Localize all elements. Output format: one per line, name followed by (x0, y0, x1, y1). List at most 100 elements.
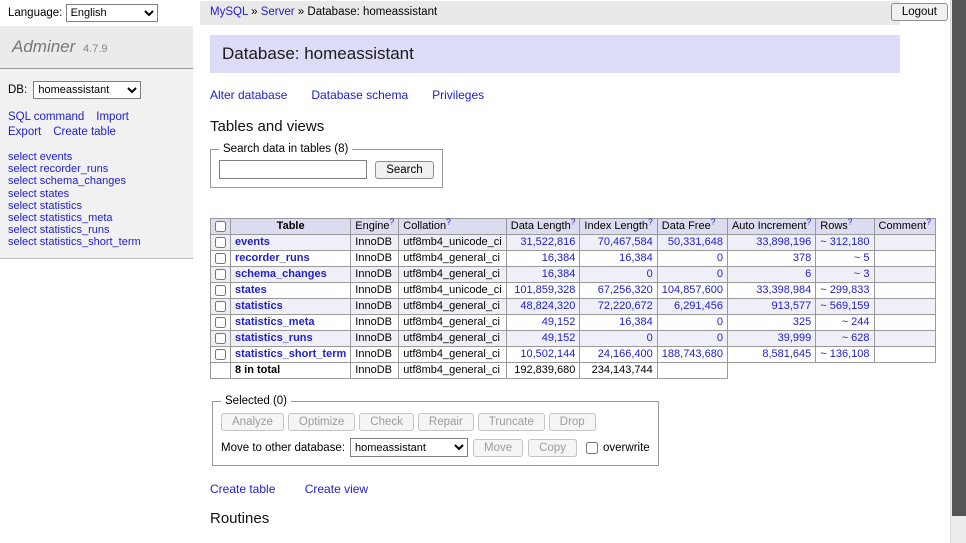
table-link-statistics-short-term[interactable]: statistics_short_term (235, 348, 346, 360)
check-button[interactable]: Check (359, 413, 414, 431)
sidebar-select-schema-changes[interactable]: select schema_changes (8, 175, 193, 187)
scrollbar-thumb[interactable] (952, 0, 966, 516)
optimize-button[interactable]: Optimize (288, 413, 355, 431)
cell-rows-link[interactable]: ~ 3 (854, 268, 870, 280)
search-button[interactable]: Search (375, 161, 433, 179)
cell-data-length-link[interactable]: 16,384 (542, 252, 576, 264)
row-checkbox[interactable] (215, 269, 226, 280)
privileges-link[interactable]: Privileges (432, 88, 484, 102)
cell-auto-increment-link[interactable]: 33,898,196 (756, 236, 811, 248)
cell-auto-increment-link[interactable]: 39,999 (778, 332, 812, 344)
breadcrumb-link-mysql[interactable]: MySQL (210, 6, 248, 18)
cell-auto-increment-link[interactable]: 8,581,645 (762, 348, 811, 360)
truncate-button[interactable]: Truncate (478, 413, 545, 431)
move-button[interactable]: Move (473, 439, 523, 457)
sidebar-select-events[interactable]: select events (8, 151, 193, 163)
help-icon[interactable]: ? (848, 216, 853, 226)
cell-index-length-link[interactable]: 67,256,320 (598, 284, 653, 296)
cell-rows-link[interactable]: ~ 5 (854, 252, 870, 264)
cell-data-free-link[interactable]: 0 (717, 252, 723, 264)
select-all-checkbox[interactable] (215, 221, 226, 232)
sidebar-select-recorder-runs[interactable]: select recorder_runs (8, 163, 193, 175)
cell-index-length-link[interactable]: 72,220,672 (598, 300, 653, 312)
sidebar-select-statistics-meta[interactable]: select statistics_meta (8, 212, 193, 224)
cell-rows-link[interactable]: ~ 299,833 (820, 284, 869, 296)
table-link-events[interactable]: events (235, 236, 270, 248)
help-icon[interactable]: ? (807, 216, 812, 226)
db-select[interactable]: homeassistant (33, 81, 141, 99)
cell-data-length-link[interactable]: 16,384 (542, 268, 576, 280)
row-checkbox[interactable] (215, 253, 226, 264)
sidebar-select-states[interactable]: select states (8, 188, 193, 200)
cell-rows-link[interactable]: ~ 312,180 (820, 236, 869, 248)
help-icon[interactable]: ? (571, 216, 576, 226)
row-checkbox[interactable] (215, 333, 226, 344)
help-icon[interactable]: ? (648, 216, 653, 226)
repair-button[interactable]: Repair (418, 413, 474, 431)
cell-rows-link[interactable]: ~ 136,108 (820, 348, 869, 360)
sidebar-select-statistics[interactable]: select statistics (8, 200, 193, 212)
cell-index-length-link[interactable]: 16,384 (619, 252, 653, 264)
cell-data-length-link[interactable]: 48,824,320 (520, 300, 575, 312)
cell-data-length-link[interactable]: 10,502,144 (520, 348, 575, 360)
adminer-logo-link[interactable]: Adminer (12, 37, 75, 56)
cell-index-length-link[interactable]: 70,467,584 (598, 236, 653, 248)
cell-data-free-link[interactable]: 0 (717, 332, 723, 344)
sidebar-link-import[interactable]: Import (96, 111, 129, 123)
logout-button[interactable]: Logout (891, 3, 948, 21)
language-select[interactable]: English (66, 4, 158, 22)
cell-data-free-link[interactable]: 0 (717, 316, 723, 328)
cell-data-length-link[interactable]: 101,859,328 (514, 284, 575, 296)
cell-index-length-link[interactable]: 16,384 (619, 316, 653, 328)
row-checkbox[interactable] (215, 349, 226, 360)
copy-button[interactable]: Copy (528, 439, 577, 457)
cell-data-free-link[interactable]: 6,291,456 (674, 300, 723, 312)
cell-index-length-link[interactable]: 0 (647, 332, 653, 344)
alter-database-link[interactable]: Alter database (210, 88, 287, 102)
table-link-recorder-runs[interactable]: recorder_runs (235, 252, 310, 264)
cell-data-length-link[interactable]: 49,152 (542, 316, 576, 328)
cell-data-free-link[interactable]: 50,331,648 (668, 236, 723, 248)
table-link-statistics-runs[interactable]: statistics_runs (235, 332, 313, 344)
row-checkbox[interactable] (215, 237, 226, 248)
row-checkbox[interactable] (215, 285, 226, 296)
move-db-select[interactable]: homeassistant (350, 438, 468, 457)
help-icon[interactable]: ? (446, 216, 451, 226)
search-input[interactable] (219, 160, 367, 179)
sidebar-link-sql-command[interactable]: SQL command (8, 111, 84, 123)
drop-button[interactable]: Drop (549, 413, 596, 431)
cell-rows-link[interactable]: ~ 569,159 (820, 300, 869, 312)
vertical-scrollbar[interactable] (950, 0, 966, 543)
cell-data-length-link[interactable]: 49,152 (542, 332, 576, 344)
create-view-link[interactable]: Create view (305, 482, 368, 496)
cell-auto-increment-link[interactable]: 325 (793, 316, 811, 328)
sidebar-select-statistics-short-term[interactable]: select statistics_short_term (8, 236, 193, 248)
table-link-schema-changes[interactable]: schema_changes (235, 268, 327, 280)
analyze-button[interactable]: Analyze (221, 413, 284, 431)
cell-data-length-link[interactable]: 31,522,816 (520, 236, 575, 248)
help-icon[interactable]: ? (711, 216, 716, 226)
breadcrumb-link-server[interactable]: Server (261, 6, 295, 18)
row-checkbox[interactable] (215, 317, 226, 328)
table-link-states[interactable]: states (235, 284, 267, 296)
table-link-statistics[interactable]: statistics (235, 300, 283, 312)
database-schema-link[interactable]: Database schema (311, 88, 408, 102)
cell-rows-link[interactable]: ~ 244 (842, 316, 870, 328)
help-icon[interactable]: ? (390, 216, 395, 226)
cell-data-free-link[interactable]: 104,857,600 (662, 284, 723, 296)
cell-data-free-link[interactable]: 188,743,680 (662, 348, 723, 360)
cell-data-free-link[interactable]: 0 (717, 268, 723, 280)
overwrite-checkbox[interactable] (586, 442, 598, 454)
cell-auto-increment-link[interactable]: 33,398,984 (756, 284, 811, 296)
sidebar-select-statistics-runs[interactable]: select statistics_runs (8, 224, 193, 236)
table-link-statistics-meta[interactable]: statistics_meta (235, 316, 315, 328)
sidebar-link-export[interactable]: Export (8, 126, 41, 138)
cell-auto-increment-link[interactable]: 913,577 (772, 300, 812, 312)
sidebar-link-create-table[interactable]: Create table (53, 126, 116, 138)
row-checkbox[interactable] (215, 301, 226, 312)
cell-rows-link[interactable]: ~ 628 (842, 332, 870, 344)
cell-auto-increment-link[interactable]: 6 (805, 268, 811, 280)
cell-index-length-link[interactable]: 0 (647, 268, 653, 280)
create-table-link[interactable]: Create table (210, 482, 275, 496)
cell-index-length-link[interactable]: 24,166,400 (598, 348, 653, 360)
